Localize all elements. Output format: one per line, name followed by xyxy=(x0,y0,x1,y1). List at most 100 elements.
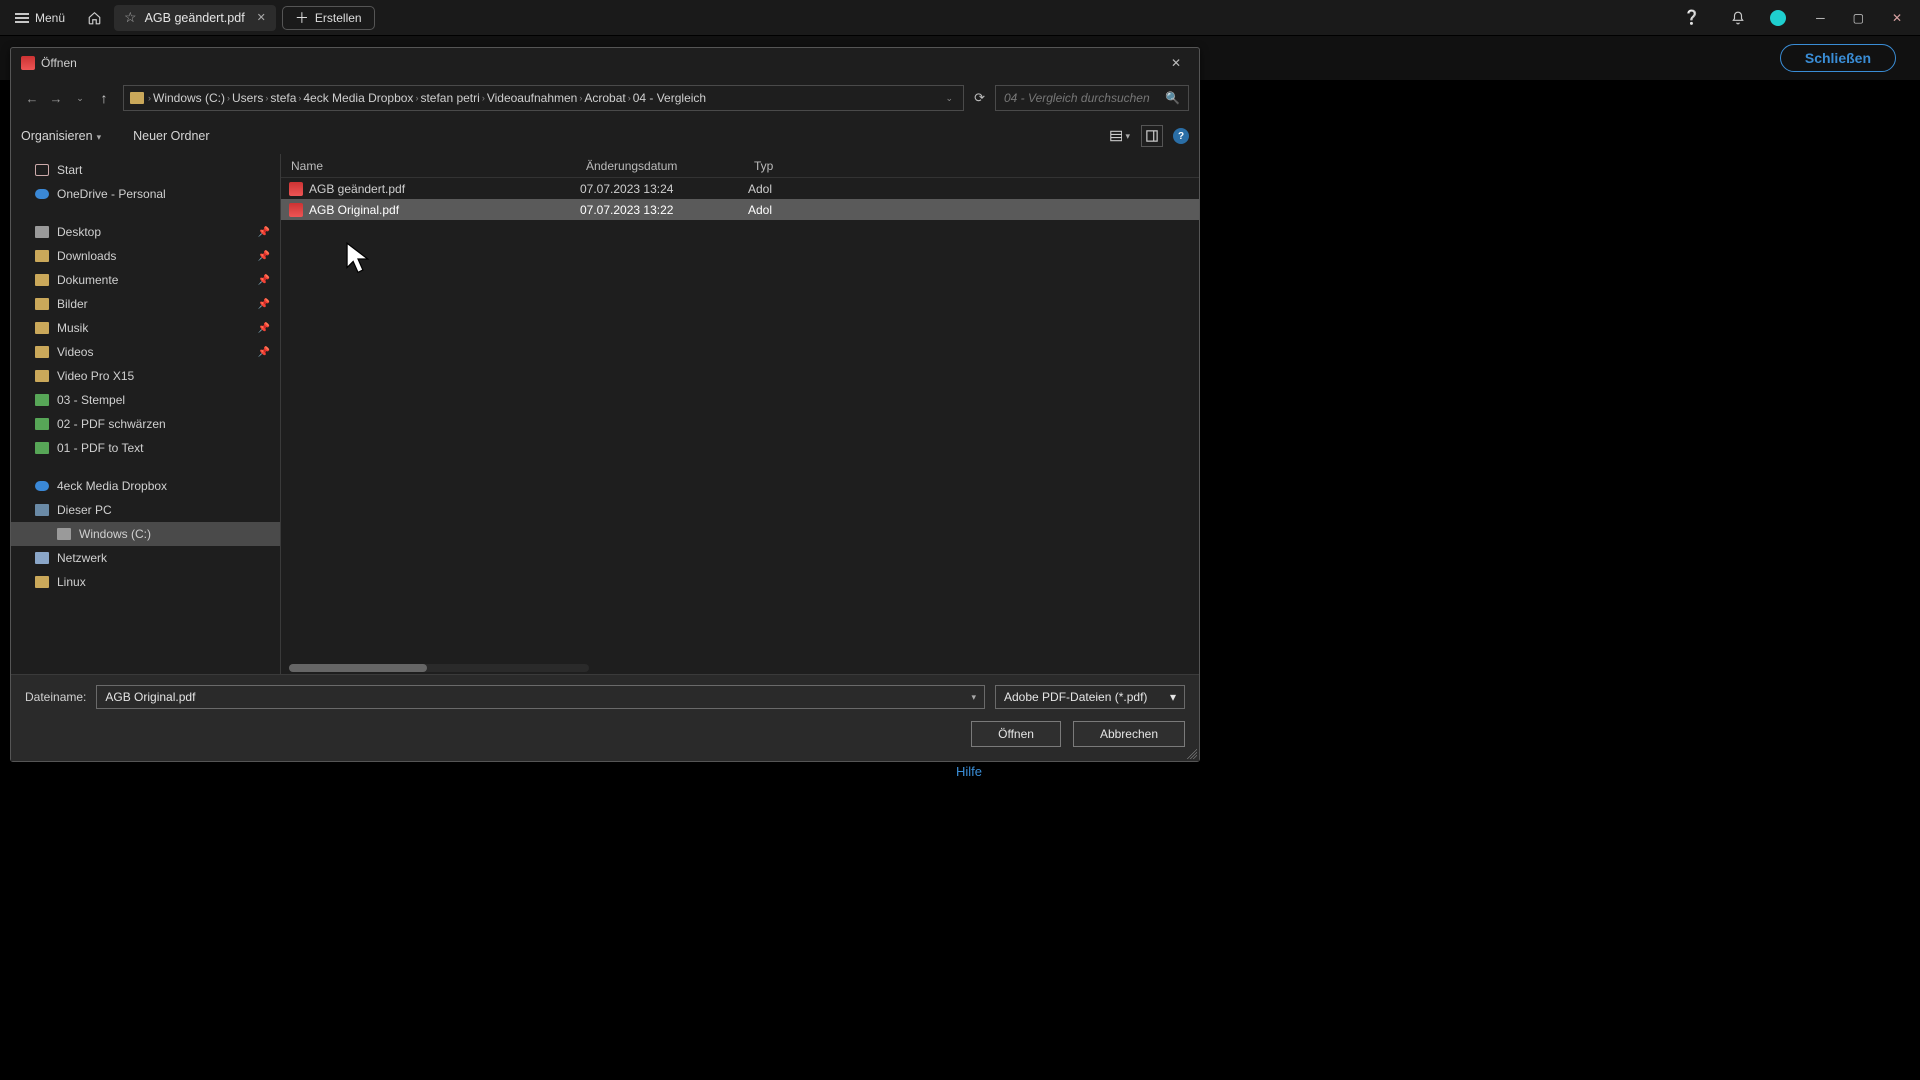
hamburger-icon xyxy=(15,13,29,23)
dialog-close-button[interactable]: ✕ xyxy=(1163,56,1189,70)
chevron-right-icon: › xyxy=(265,93,268,103)
chevron-right-icon: › xyxy=(579,93,582,103)
window-close-icon[interactable]: ✕ xyxy=(1892,11,1902,25)
file-list-header: Name Änderungsdatum Typ xyxy=(281,154,1199,178)
sidebar-item-label: Windows (C:) xyxy=(79,527,151,541)
sidebar-item[interactable]: 4eck Media Dropbox xyxy=(11,474,280,498)
folder-icon xyxy=(35,481,49,491)
cancel-button[interactable]: Abbrechen xyxy=(1073,721,1185,747)
notification-bell-icon[interactable] xyxy=(1724,5,1752,31)
horizontal-scrollbar[interactable] xyxy=(289,664,589,672)
breadcrumb[interactable]: Acrobat xyxy=(584,91,625,105)
file-type: Adol xyxy=(748,203,1199,217)
sidebar-item[interactable]: Bilder📌 xyxy=(11,292,280,316)
window-controls: ─ ▢ ✕ xyxy=(1792,11,1914,25)
filename-input[interactable]: AGB Original.pdf ▾ xyxy=(96,685,985,709)
folder-icon xyxy=(35,346,49,358)
sidebar-item[interactable]: Dieser PC xyxy=(11,498,280,522)
star-icon: ☆ xyxy=(124,9,137,26)
nav-forward-button[interactable]: → xyxy=(45,91,67,106)
column-type[interactable]: Typ xyxy=(744,159,1199,173)
sidebar-item[interactable]: OneDrive - Personal xyxy=(11,182,280,206)
sidebar-item[interactable]: Videos📌 xyxy=(11,340,280,364)
sidebar-item-label: Desktop xyxy=(57,225,101,239)
resize-handle[interactable] xyxy=(1187,749,1197,759)
search-placeholder: 04 - Vergleich durchsuchen xyxy=(1004,91,1150,105)
window-maximize-icon[interactable]: ▢ xyxy=(1853,11,1864,25)
tab-close-button[interactable]: ✕ xyxy=(253,9,270,26)
preview-pane-button[interactable] xyxy=(1141,125,1163,147)
address-bar[interactable]: › Windows (C:) › Users › stefa › 4eck Me… xyxy=(123,85,964,111)
dialog-toolbar: Organisieren▾ Neuer Ordner ▾ ? xyxy=(11,118,1199,154)
menu-button[interactable]: Menü xyxy=(6,7,74,29)
chevron-down-icon[interactable]: ▾ xyxy=(971,692,976,703)
nav-recent-dropdown[interactable]: ⌄ xyxy=(69,93,91,104)
file-date: 07.07.2023 13:24 xyxy=(580,182,748,196)
help-icon[interactable]: ❔ xyxy=(1678,5,1706,31)
user-avatar[interactable] xyxy=(1770,10,1786,26)
search-input[interactable]: 04 - Vergleich durchsuchen 🔍 xyxy=(995,85,1189,111)
pin-icon: 📌 xyxy=(258,299,270,310)
sidebar-item[interactable]: Start xyxy=(11,158,280,182)
view-mode-button[interactable]: ▾ xyxy=(1109,125,1131,147)
sidebar-item[interactable]: Desktop📌 xyxy=(11,220,280,244)
folder-tree: StartOneDrive - PersonalDesktop📌Download… xyxy=(11,154,281,674)
nav-up-button[interactable]: ↑ xyxy=(93,90,115,106)
help-link[interactable]: Hilfe xyxy=(956,764,982,779)
breadcrumb[interactable]: stefan petri xyxy=(420,91,479,105)
chevron-down-icon[interactable]: ⌄ xyxy=(946,93,954,104)
sidebar-item[interactable]: 03 - Stempel xyxy=(11,388,280,412)
file-row[interactable]: AGB Original.pdf07.07.2023 13:22Adol xyxy=(281,199,1199,220)
sidebar-item[interactable]: 02 - PDF schwärzen xyxy=(11,412,280,436)
breadcrumb[interactable]: Windows (C:) xyxy=(153,91,225,105)
chevron-right-icon: › xyxy=(148,93,151,103)
breadcrumb[interactable]: 4eck Media Dropbox xyxy=(303,91,413,105)
home-button[interactable] xyxy=(80,5,108,31)
pdf-icon xyxy=(21,56,35,70)
refresh-button[interactable]: ⟳ xyxy=(974,90,985,106)
create-button[interactable]: ＋ Erstellen xyxy=(282,6,375,30)
nav-back-button[interactable]: ← xyxy=(21,91,43,106)
chevron-down-icon[interactable]: ▾ xyxy=(1170,690,1176,704)
breadcrumb[interactable]: Videoaufnahmen xyxy=(487,91,578,105)
folder-icon xyxy=(130,92,144,104)
window-minimize-icon[interactable]: ─ xyxy=(1816,11,1825,25)
sidebar-item-label: OneDrive - Personal xyxy=(57,187,166,201)
menu-label: Menü xyxy=(35,11,65,25)
sidebar-item[interactable]: Dokumente📌 xyxy=(11,268,280,292)
sidebar-item[interactable]: Downloads📌 xyxy=(11,244,280,268)
sidebar-item[interactable]: Video Pro X15 xyxy=(11,364,280,388)
sidebar-item[interactable]: Netzwerk xyxy=(11,546,280,570)
filename-label: Dateiname: xyxy=(25,690,86,704)
dialog-body: StartOneDrive - PersonalDesktop📌Download… xyxy=(11,154,1199,674)
scrollbar-thumb[interactable] xyxy=(289,664,427,672)
sidebar-item[interactable]: Musik📌 xyxy=(11,316,280,340)
dialog-help-button[interactable]: ? xyxy=(1173,128,1189,144)
file-name: AGB geändert.pdf xyxy=(309,182,580,196)
folder-icon xyxy=(35,394,49,406)
breadcrumb[interactable]: stefa xyxy=(270,91,296,105)
file-date: 07.07.2023 13:22 xyxy=(580,203,748,217)
filetype-value: Adobe PDF-Dateien (*.pdf) xyxy=(1004,690,1147,704)
close-button[interactable]: Schließen xyxy=(1780,44,1896,72)
sidebar-item-label: Video Pro X15 xyxy=(57,369,134,383)
breadcrumb[interactable]: Users xyxy=(232,91,263,105)
column-name[interactable]: Name xyxy=(281,159,576,173)
filetype-select[interactable]: Adobe PDF-Dateien (*.pdf) ▾ xyxy=(995,685,1185,709)
sidebar-item[interactable]: 01 - PDF to Text xyxy=(11,436,280,460)
sidebar-item-label: Musik xyxy=(57,321,88,335)
sidebar-item-label: Netzwerk xyxy=(57,551,107,565)
open-button[interactable]: Öffnen xyxy=(971,721,1061,747)
sidebar-item[interactable]: Linux xyxy=(11,570,280,594)
column-date[interactable]: Änderungsdatum xyxy=(576,159,744,173)
document-tab[interactable]: ☆ AGB geändert.pdf ✕ xyxy=(114,5,276,31)
sidebar-item[interactable]: Windows (C:) xyxy=(11,522,280,546)
breadcrumb[interactable]: 04 - Vergleich xyxy=(633,91,706,105)
new-folder-button[interactable]: Neuer Ordner xyxy=(133,129,209,143)
pdf-file-icon xyxy=(289,203,303,217)
organize-menu[interactable]: Organisieren▾ xyxy=(21,129,101,143)
dialog-title: Öffnen xyxy=(41,56,77,70)
search-icon: 🔍 xyxy=(1165,91,1180,105)
sidebar-item-label: 4eck Media Dropbox xyxy=(57,479,167,493)
file-row[interactable]: AGB geändert.pdf07.07.2023 13:24Adol xyxy=(281,178,1199,199)
